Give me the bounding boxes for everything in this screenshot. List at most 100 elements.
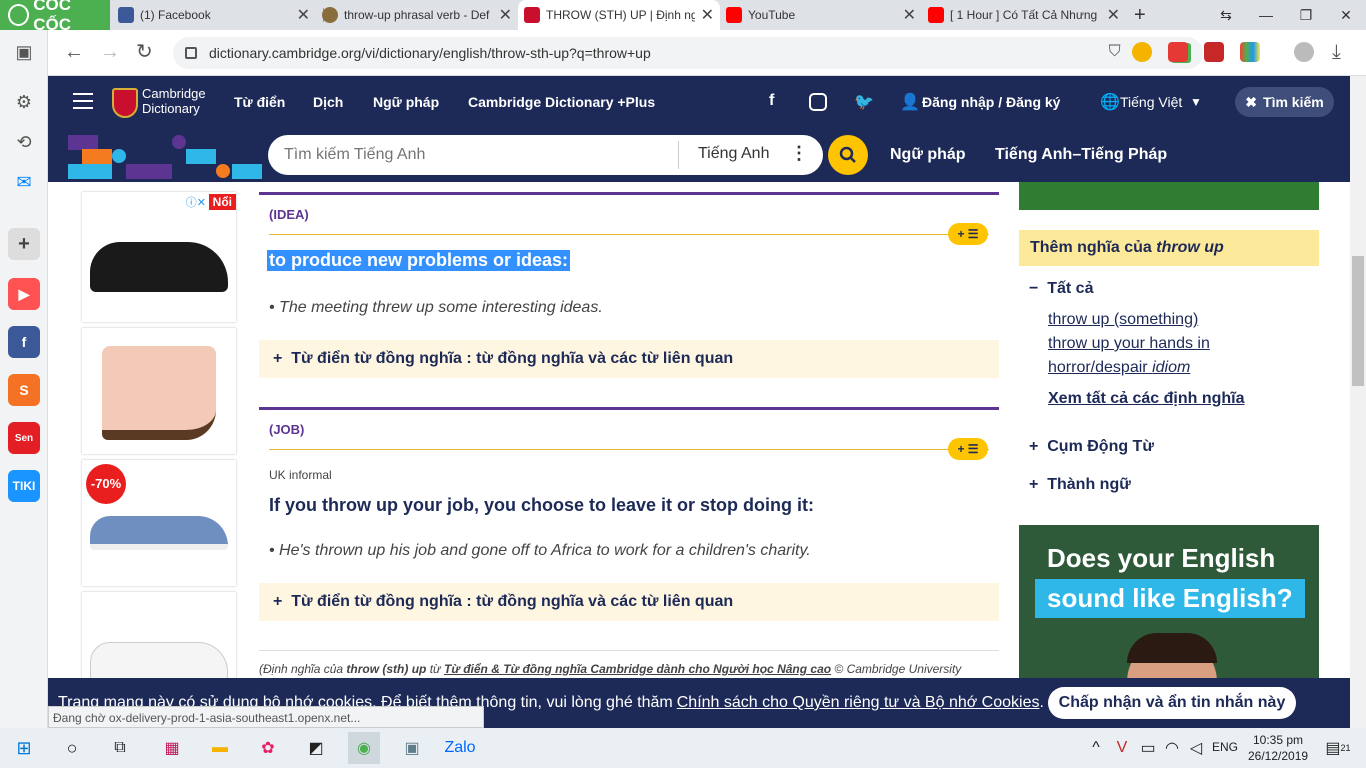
vertical-scrollbar[interactable]: [1350, 76, 1366, 728]
add-icon[interactable]: +: [8, 228, 40, 260]
extension-icon[interactable]: [1240, 42, 1260, 62]
instagram-icon[interactable]: [809, 93, 827, 111]
app-icon[interactable]: ✿: [252, 732, 284, 764]
language-select[interactable]: Tiếng Việt: [1120, 94, 1182, 110]
meaning-link[interactable]: throw up your hands in: [1048, 332, 1210, 356]
subnav-grammar[interactable]: Ngữ pháp: [890, 146, 966, 164]
search-icon[interactable]: ○: [56, 732, 88, 764]
extension-icon[interactable]: [1132, 42, 1152, 62]
close-icon: ✖: [1245, 93, 1258, 110]
tab-cambridge[interactable]: THROW (STH) UP | Định ng ✕: [518, 0, 720, 30]
close-tab-icon[interactable]: ✕: [297, 5, 310, 25]
ad-choices-icon[interactable]: ⓘ✕: [186, 194, 206, 210]
adblock-icon[interactable]: [1168, 42, 1188, 62]
zalo-icon[interactable]: Zalo: [444, 732, 476, 764]
sendo-icon[interactable]: Sen: [8, 422, 40, 454]
new-tab-button[interactable]: +: [1128, 0, 1158, 30]
close-tab-icon[interactable]: ✕: [701, 5, 714, 25]
ad-boot[interactable]: [82, 328, 236, 454]
tab-search-icon[interactable]: ⇆: [1206, 0, 1246, 30]
meaning-link[interactable]: throw up (something): [1048, 308, 1198, 332]
back-icon[interactable]: ←: [64, 42, 84, 62]
close-tab-icon[interactable]: ✕: [1107, 5, 1120, 25]
login-link[interactable]: Đăng nhập / Đăng ký: [922, 94, 1060, 110]
collapse-all[interactable]: − Tất cả: [1029, 280, 1093, 298]
coccoc-taskbar-icon[interactable]: ◉: [348, 732, 380, 764]
facebook-icon[interactable]: f: [769, 92, 774, 110]
facebook-icon[interactable]: f: [8, 326, 40, 358]
clock[interactable]: 10:35 pm 26/12/2019: [1248, 732, 1308, 764]
user-icon[interactable]: 👤: [900, 92, 920, 112]
ad-sneaker[interactable]: -70%: [82, 460, 236, 586]
search-toggle-button[interactable]: ✖ Tìm kiếm: [1235, 87, 1334, 117]
maximize-icon[interactable]: ❐: [1286, 0, 1326, 30]
nav-dictionary[interactable]: Từ điển: [234, 94, 285, 110]
task-view-icon[interactable]: ⧉: [104, 732, 136, 764]
scrollbar-thumb[interactable]: [1352, 256, 1364, 386]
dictionary-select[interactable]: Tiếng Anh: [698, 145, 769, 163]
wifi-icon[interactable]: ◠: [1162, 732, 1182, 764]
tab-phrasal-verb[interactable]: throw-up phrasal verb - Def ✕: [316, 0, 518, 30]
nav-plus[interactable]: Cambridge Dictionary +Plus: [468, 94, 655, 110]
file-explorer-icon[interactable]: ▬: [204, 732, 236, 764]
history-icon[interactable]: ⟲: [12, 130, 36, 154]
source-link[interactable]: Từ điển & Từ đồng nghĩa Cambridge dành c…: [444, 662, 831, 676]
app-icon[interactable]: ▦: [156, 732, 188, 764]
battery-icon[interactable]: ▭: [1138, 732, 1158, 764]
meaning-link[interactable]: horror/despair idiom: [1048, 356, 1190, 380]
add-to-list-button[interactable]: + ☰: [948, 223, 988, 245]
input-language[interactable]: ENG: [1212, 740, 1238, 754]
app-icon[interactable]: ◩: [300, 732, 332, 764]
shopee-icon[interactable]: S: [8, 374, 40, 406]
globe-icon[interactable]: 🌐: [1100, 92, 1120, 112]
nav-grammar[interactable]: Ngữ pháp: [373, 94, 439, 110]
idioms-toggle[interactable]: + Thành ngữ: [1029, 476, 1131, 494]
close-tab-icon[interactable]: ✕: [903, 5, 916, 25]
tab-facebook[interactable]: (1) Facebook ✕: [112, 0, 324, 30]
search-input[interactable]: [284, 144, 664, 166]
app-icon[interactable]: ▣: [396, 732, 428, 764]
phrasal-verbs-toggle[interactable]: + Cụm Động Từ: [1029, 438, 1154, 456]
forward-icon[interactable]: →: [100, 42, 120, 62]
volume-icon[interactable]: ◁: [1186, 732, 1206, 764]
tab-youtube[interactable]: YouTube ✕: [720, 0, 932, 30]
logo-line: Cambridge: [142, 86, 206, 101]
menu-icon[interactable]: [73, 93, 93, 109]
extension-icon[interactable]: [1204, 42, 1224, 62]
add-to-list-button[interactable]: + ☰: [948, 438, 988, 460]
twitter-icon[interactable]: 🐦: [854, 92, 874, 112]
ad-banner[interactable]: [1019, 182, 1319, 210]
minimize-icon[interactable]: —: [1246, 0, 1286, 30]
see-all-link[interactable]: Xem tất cả các định nghĩa: [1048, 387, 1245, 411]
chevron-up-icon[interactable]: ^: [1086, 732, 1106, 764]
cambridge-logo[interactable]: [112, 88, 138, 118]
messenger-icon[interactable]: ✉: [12, 170, 36, 194]
shoe-image: [90, 642, 228, 682]
avatar[interactable]: [1294, 42, 1314, 62]
close-window-icon[interactable]: ✕: [1326, 0, 1366, 30]
tab-music[interactable]: [ 1 Hour ] Có Tất Cả Nhưng ✕: [922, 0, 1126, 30]
tiki-icon[interactable]: TIKI: [8, 470, 40, 502]
panel-icon[interactable]: ▣: [12, 40, 36, 64]
shield-icon[interactable]: ⛉: [1109, 43, 1121, 63]
unikey-icon[interactable]: V: [1112, 732, 1132, 764]
nav-translate[interactable]: Dịch: [313, 94, 343, 110]
thesaurus-button[interactable]: + Từ điển từ đồng nghĩa : từ đồng nghĩa …: [259, 340, 999, 378]
accept-cookies-button[interactable]: Chấp nhận và ẩn tin nhắn này: [1048, 687, 1296, 719]
coccoc-menu-button[interactable]: CỐC CỐC: [0, 0, 110, 34]
search-button[interactable]: [828, 135, 868, 175]
close-tab-icon[interactable]: ✕: [499, 5, 512, 25]
ad-shoe[interactable]: Nổi ⓘ✕: [82, 192, 236, 322]
more-options-icon[interactable]: ⋮: [790, 143, 808, 164]
gear-icon[interactable]: ⚙: [12, 90, 36, 114]
notification-icon[interactable]: ▤ 21: [1322, 732, 1354, 764]
url-text: dictionary.cambridge.org/vi/dictionary/e…: [209, 45, 651, 61]
subnav-english-french[interactable]: Tiếng Anh–Tiếng Pháp: [995, 146, 1167, 164]
youtube-icon[interactable]: ▶: [8, 278, 40, 310]
download-icon[interactable]: ⤓: [1332, 42, 1341, 62]
windows-start-icon[interactable]: ⊞: [8, 732, 40, 764]
reload-icon[interactable]: ↻: [136, 42, 153, 62]
cookie-policy-link[interactable]: Chính sách cho Quyền riêng tư và Bộ nhớ …: [677, 694, 1040, 712]
url-field[interactable]: dictionary.cambridge.org/vi/dictionary/e…: [173, 37, 1203, 69]
thesaurus-button[interactable]: + Từ điển từ đồng nghĩa : từ đồng nghĩa …: [259, 583, 999, 621]
